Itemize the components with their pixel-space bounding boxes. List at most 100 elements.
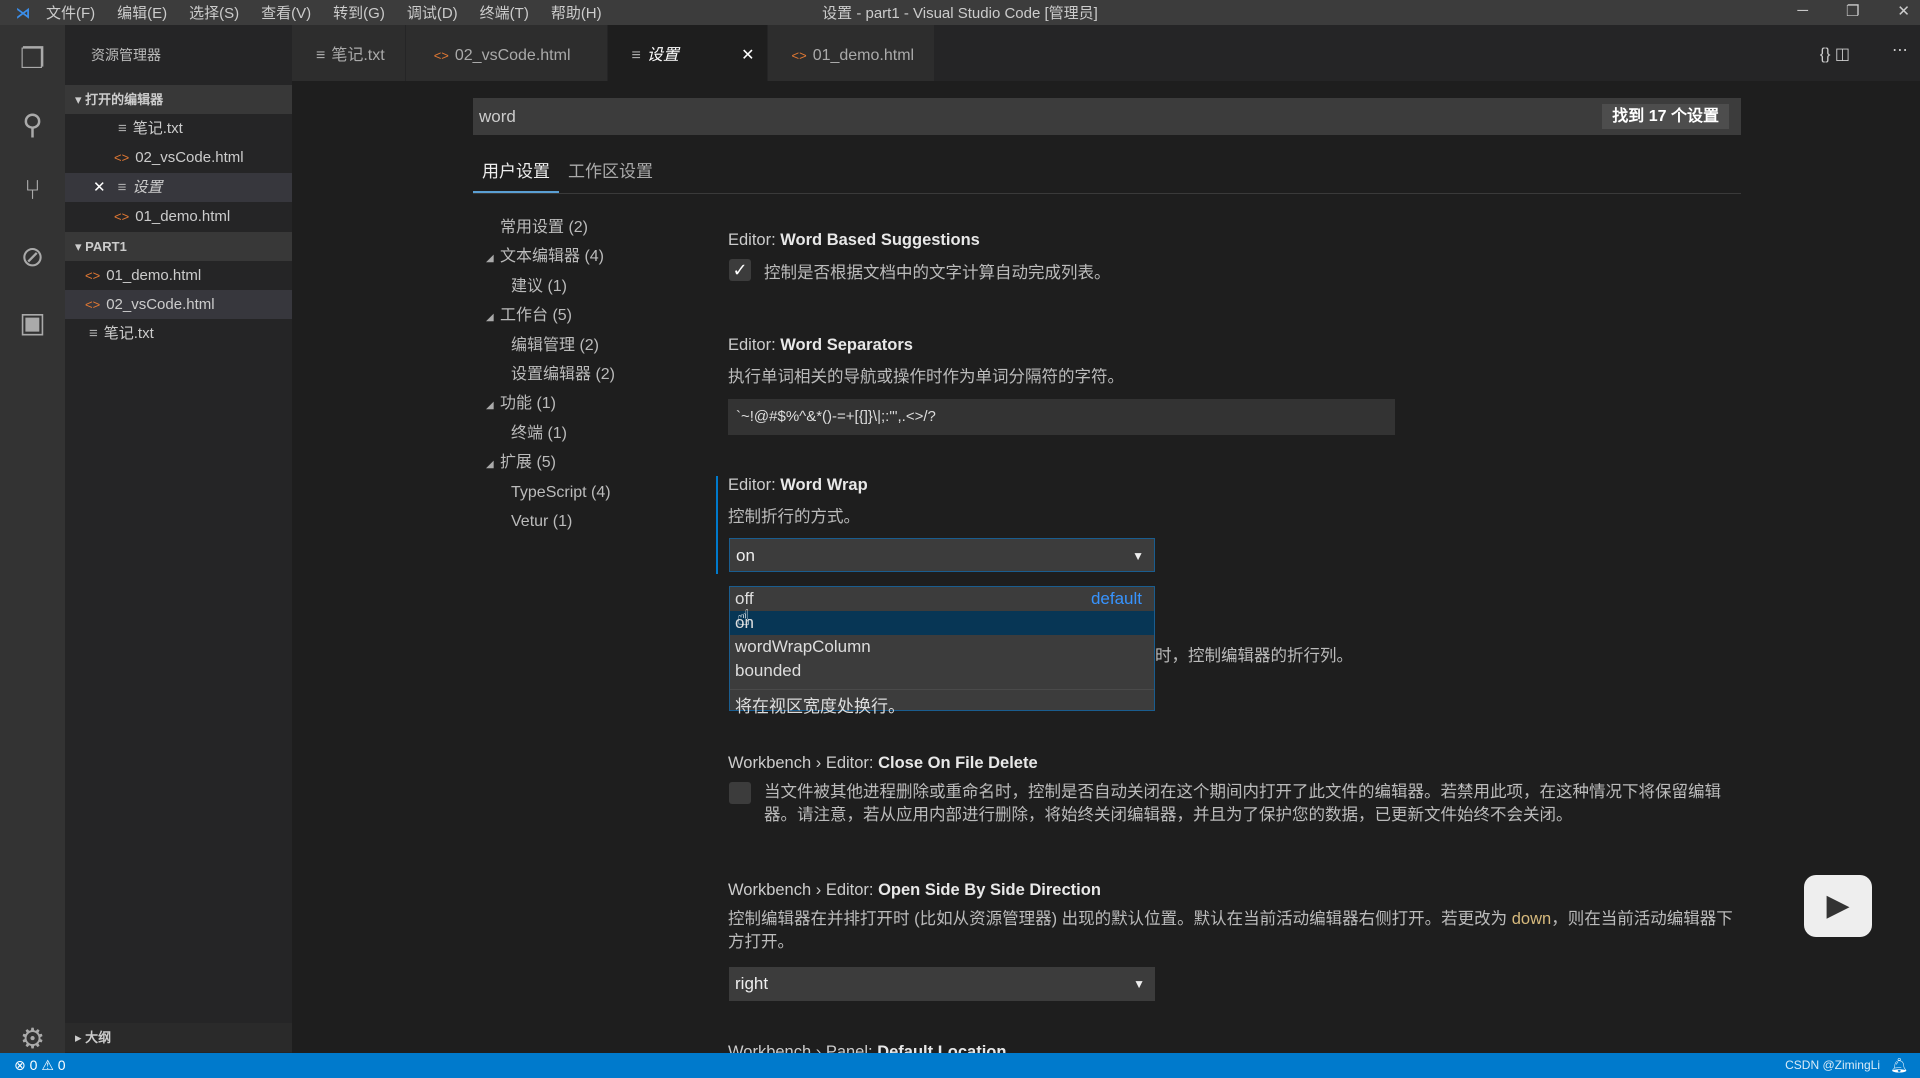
word-wrap-dropdown-list: off default on wordWrapColumn bounded 将在视…: [729, 586, 1155, 716]
file-item[interactable]: ≡ 笔记.txt: [65, 319, 292, 348]
tab-demo-html[interactable]: <> 01_demo.html: [767, 25, 936, 81]
word-separators-input[interactable]: `~!@#$%^&*()-=+[{]}\|;:'",.<>/?: [728, 399, 1395, 435]
watermark: CSDN @ZimingLi: [1785, 1058, 1880, 1072]
settings-scope-tabs: 用户设置 工作区设置: [473, 155, 1741, 194]
errors-status[interactable]: ⊗ 0 ⚠ 0: [14, 1057, 66, 1073]
dropdown-arrow-icon: ▼: [1133, 977, 1145, 991]
expand-icon: ◢: [486, 253, 494, 265]
menu-bar: 文件(F) 编辑(E) 选择(S) 查看(V) 转到(G) 调试(D) 终端(T) 帮助(H): [46, 2, 624, 23]
open-editor-item[interactable]: <> 02_vsCode.html: [65, 143, 292, 172]
setting-description: 控制是否根据文档中的文字计算自动完成列表。: [764, 264, 1111, 282]
more-actions-icon[interactable]: ⋯: [1892, 40, 1908, 60]
files-icon[interactable]: ❐: [0, 25, 65, 91]
settings-toc: 常用设置 (2) ◢ 文本编辑器 (4) 建议 (1) ◢ 工作台 (5) 编辑管理…: [486, 213, 615, 536]
warning-icon: ⚠: [41, 1057, 54, 1073]
folder-label: PART1: [85, 238, 127, 254]
option-wordwrapcolumn[interactable]: wordWrapColumn: [730, 635, 1154, 659]
setting-description: 时，控制编辑器的折行列。: [1155, 647, 1353, 665]
html-file-icon: <>: [791, 48, 807, 63]
toc-item[interactable]: 设置编辑器 (2): [486, 360, 615, 389]
toc-item[interactable]: ◢ 功能 (1): [486, 389, 615, 418]
source-control-icon[interactable]: ⑂: [0, 157, 65, 223]
word-based-suggestions-checkbox[interactable]: ✓: [729, 259, 751, 281]
setting-description: 执行单词相关的导航或操作时作为单词分隔符的字符。: [728, 368, 1124, 386]
open-editor-item[interactable]: ≡ 笔记.txt: [65, 114, 292, 143]
mouse-cursor-icon: ☝: [737, 605, 751, 630]
menu-debug[interactable]: 调试(D): [407, 5, 458, 22]
html-file-icon: <>: [114, 150, 130, 166]
settings-search-input[interactable]: word 找到 17 个设置: [473, 98, 1741, 135]
modified-indicator: [716, 476, 718, 574]
tab-vscode-html[interactable]: <> 02_vsCode.html: [405, 25, 608, 81]
menu-go[interactable]: 转到(G): [333, 5, 385, 22]
menu-edit[interactable]: 编辑(E): [117, 5, 167, 22]
word-wrap-select[interactable]: on ▼: [729, 538, 1155, 572]
dropdown-arrow-icon: ▼: [1132, 549, 1144, 563]
toc-item[interactable]: ◢ 扩展 (5): [486, 448, 615, 477]
toc-item[interactable]: Vetur (1): [486, 507, 615, 536]
vscode-logo-icon: ⋊: [15, 4, 31, 22]
explorer-title: 资源管理器: [91, 47, 161, 63]
close-icon[interactable]: ✕: [93, 179, 106, 196]
settings-file-icon: ≡: [631, 47, 641, 64]
close-tab-icon[interactable]: ✕: [741, 25, 754, 87]
results-count-badge: 找到 17 个设置: [1602, 104, 1729, 129]
search-icon[interactable]: ⚲: [0, 91, 65, 157]
toc-item[interactable]: 常用设置 (2): [486, 213, 615, 242]
folder-section[interactable]: ▾ PART1: [65, 231, 292, 261]
extensions-icon[interactable]: ▣: [0, 289, 65, 355]
expand-icon: ◢: [486, 312, 494, 324]
text-file-icon: ≡: [118, 120, 127, 137]
toc-item[interactable]: 建议 (1): [486, 272, 615, 301]
toc-item[interactable]: ◢ 工作台 (5): [486, 301, 615, 330]
checkmark-icon: ✓: [729, 259, 751, 281]
setting-title: Workbench › Editor: Open Side By Side Di…: [728, 881, 1101, 899]
menu-file[interactable]: 文件(F): [46, 5, 95, 22]
file-item[interactable]: <> 01_demo.html: [65, 261, 292, 290]
setting-title: Editor: Word Separators: [728, 336, 913, 354]
close-on-file-delete-checkbox[interactable]: [729, 782, 751, 809]
open-editors-label: 打开的编辑器: [85, 92, 164, 107]
expand-icon: ◢: [486, 459, 494, 471]
open-editors-section[interactable]: ▾ 打开的编辑器: [65, 85, 292, 114]
settings-file-icon: ≡: [117, 178, 127, 196]
notifications-icon[interactable]: 🔔︎: [1890, 1053, 1908, 1078]
video-play-icon[interactable]: ▶: [1804, 875, 1872, 937]
file-item[interactable]: <> 02_vsCode.html: [65, 289, 292, 320]
activity-bar: ❐ ⚲ ⑂ ⊘ ▣ ⚙: [0, 25, 65, 1054]
text-file-icon: ≡: [316, 47, 326, 64]
option-off[interactable]: off default: [730, 587, 1154, 611]
debug-icon[interactable]: ⊘: [0, 223, 65, 289]
title-bar: ⋊ 文件(F) 编辑(E) 选择(S) 查看(V) 转到(G) 调试(D) 终端(T) 帮助(…: [0, 0, 1920, 25]
restore-icon[interactable]: ❐: [1846, 2, 1859, 20]
menu-help[interactable]: 帮助(H): [551, 5, 602, 22]
setting-title: Workbench › Editor: Close On File Delete: [728, 754, 1038, 772]
toc-item[interactable]: 编辑管理 (2): [486, 331, 615, 360]
open-editor-item[interactable]: ✕ ≡ 设置: [65, 172, 292, 203]
tab-notes[interactable]: ≡ 笔记.txt: [292, 25, 406, 81]
toc-item[interactable]: ◢ 文本编辑器 (4): [486, 242, 615, 271]
close-window-icon[interactable]: ✕: [1897, 2, 1910, 20]
split-editor-icon[interactable]: {} ◫: [1820, 44, 1850, 64]
toc-item[interactable]: 终端 (1): [486, 419, 615, 448]
open-editor-item[interactable]: <> 01_demo.html: [65, 202, 292, 231]
tab-user-settings[interactable]: 用户设置: [473, 155, 559, 193]
toc-item[interactable]: TypeScript (4): [486, 478, 615, 507]
editor-tabs: ≡ 笔记.txt <> 02_vsCode.html ≡ 设置 ✕ <> 01_demo.…: [292, 25, 1920, 81]
error-icon: ⊗: [14, 1057, 26, 1073]
setting-description: 当文件被其他进程删除或重命名时，控制是否自动关闭在这个期间内打开了此文件的编辑器…: [764, 783, 1721, 824]
html-file-icon: <>: [85, 267, 101, 283]
menu-view[interactable]: 查看(V): [261, 5, 311, 22]
text-file-icon: ≡: [89, 325, 98, 343]
minimize-icon[interactable]: ─: [1797, 2, 1808, 20]
default-label: default: [1090, 589, 1142, 608]
tab-settings[interactable]: ≡ 设置 ✕: [607, 25, 768, 81]
outline-label: 大纲: [85, 1030, 112, 1045]
menu-selection[interactable]: 选择(S): [189, 5, 239, 22]
outline-section[interactable]: ▸ 大纲: [65, 1023, 292, 1052]
side-by-side-direction-select[interactable]: right ▼: [729, 967, 1155, 1001]
menu-terminal[interactable]: 终端(T): [480, 5, 529, 22]
tab-workspace-settings[interactable]: 工作区设置: [559, 155, 662, 193]
option-bounded[interactable]: bounded: [730, 659, 1154, 683]
option-on[interactable]: on: [730, 611, 1154, 635]
